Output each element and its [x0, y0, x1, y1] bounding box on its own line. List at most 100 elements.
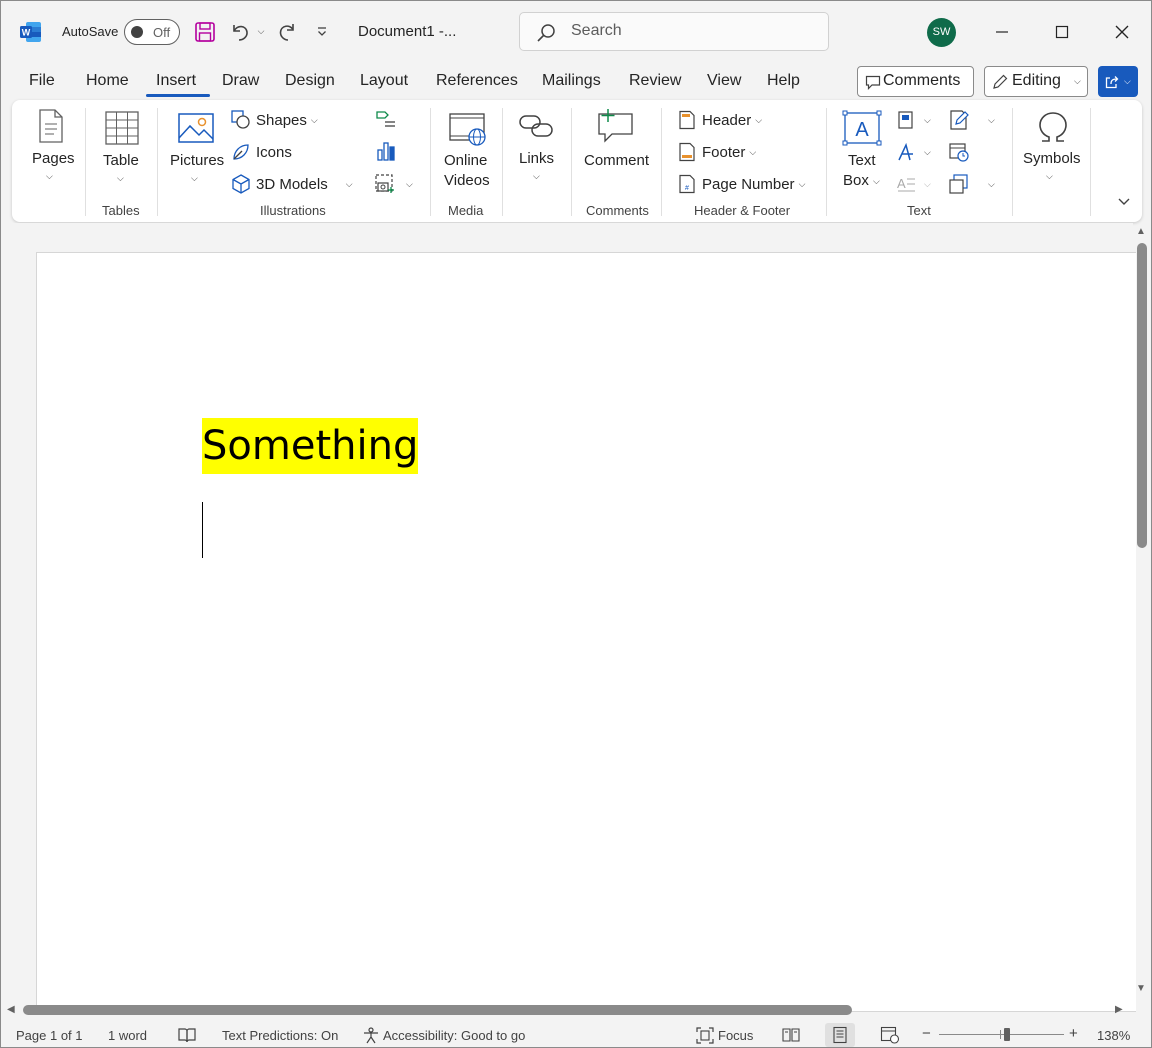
header-button[interactable]: Header ⌵	[678, 108, 762, 132]
text-box-icon: A	[842, 110, 882, 146]
document-body-text[interactable]: Something	[202, 418, 419, 474]
redo-button[interactable]	[275, 19, 301, 45]
symbols-button[interactable]: Symbols ⌵	[1020, 108, 1084, 192]
user-avatar[interactable]: SW	[927, 18, 956, 47]
undo-button[interactable]	[227, 19, 253, 45]
tab-references[interactable]: References	[436, 72, 518, 90]
print-layout-button[interactable]	[825, 1023, 855, 1047]
text-predictions-status[interactable]: Text Predictions: On	[222, 1028, 338, 1043]
group-separator	[502, 108, 503, 216]
share-button[interactable]: ⌵	[1098, 66, 1138, 97]
customize-toolbar-button[interactable]	[313, 23, 331, 41]
screenshot-button[interactable]: ⌵	[374, 172, 413, 196]
scroll-left-arrow-icon[interactable]: ◀	[7, 1004, 15, 1015]
save-button[interactable]	[193, 19, 217, 45]
autosave-label: AutoSave	[62, 24, 119, 39]
chevron-down-icon: ⌵	[749, 146, 757, 157]
chevron-down-icon: ⌵	[755, 114, 763, 125]
scroll-up-arrow-icon[interactable]: ▲	[1136, 226, 1146, 237]
focus-icon	[696, 1027, 714, 1044]
autosave-toggle[interactable]: Off	[124, 19, 180, 45]
signature-icon	[950, 110, 969, 130]
read-mode-icon	[782, 1028, 800, 1042]
scroll-down-arrow-icon[interactable]: ▼	[1136, 983, 1146, 994]
zoom-level[interactable]: 138%	[1097, 1028, 1130, 1043]
chevron-down-icon: ⌵	[924, 178, 931, 189]
vertical-scroll-thumb[interactable]	[1137, 243, 1147, 548]
close-button[interactable]	[1102, 15, 1142, 49]
undo-icon	[233, 25, 248, 41]
chevron-down-icon: ⌵	[924, 114, 931, 125]
vertical-scrollbar[interactable]: ▲ ▼	[1133, 223, 1151, 1001]
tab-view[interactable]: View	[707, 72, 741, 90]
chevron-down-icon: ⌵	[798, 178, 806, 189]
proofing-book-icon[interactable]	[178, 1027, 196, 1043]
quick-parts-icon	[898, 111, 913, 129]
svg-text:A: A	[855, 119, 869, 141]
scroll-right-arrow-icon[interactable]: ▶	[1115, 1004, 1123, 1015]
table-button[interactable]: Table ⌵	[98, 108, 144, 192]
page-count[interactable]: Page 1 of 1	[16, 1028, 83, 1043]
date-time-button[interactable]	[948, 140, 970, 164]
group-separator	[571, 108, 572, 216]
focus-mode-button[interactable]: Focus	[718, 1028, 753, 1043]
zoom-slider-thumb[interactable]	[1004, 1028, 1010, 1041]
icons-button[interactable]: Icons	[230, 140, 292, 164]
comments-button[interactable]: Comments	[857, 66, 974, 97]
active-tab-indicator	[146, 94, 210, 97]
minimize-button[interactable]	[982, 15, 1022, 49]
text-box-button[interactable]: A Text Box ⌵	[838, 108, 886, 192]
smartart-button[interactable]	[374, 108, 398, 130]
page-number-button[interactable]: # Page Number ⌵	[678, 172, 805, 196]
accessibility-status[interactable]: Accessibility: Good to go	[383, 1028, 525, 1043]
tab-review[interactable]: Review	[629, 72, 681, 90]
document-page[interactable]: Something	[36, 252, 1136, 1012]
chevron-down-icon: ⌵	[533, 171, 540, 181]
chevron-down-icon: ⌵	[257, 25, 265, 36]
tab-layout[interactable]: Layout	[360, 72, 408, 90]
new-comment-button[interactable]: Comment	[580, 108, 652, 192]
tab-draw[interactable]: Draw	[222, 72, 259, 90]
shapes-label: Shapes	[256, 111, 307, 129]
web-layout-button[interactable]	[875, 1023, 905, 1047]
group-separator	[826, 108, 827, 216]
bar-chart-icon	[377, 142, 395, 161]
zoom-slider-track[interactable]	[939, 1034, 1064, 1035]
quick-parts-button[interactable]: ⌵	[896, 108, 931, 132]
horizontal-scroll-thumb[interactable]	[23, 1005, 852, 1015]
online-videos-button[interactable]: Online Videos	[440, 108, 494, 192]
document-title[interactable]: Document1 -...	[358, 23, 456, 40]
chart-button[interactable]	[374, 140, 398, 162]
tab-file[interactable]: File	[29, 72, 55, 90]
group-separator	[430, 108, 431, 216]
tab-mailings[interactable]: Mailings	[542, 72, 601, 90]
footer-label: Footer	[702, 143, 746, 161]
links-button[interactable]: Links ⌵	[514, 108, 560, 192]
pencil-icon	[993, 74, 1008, 89]
horizontal-scrollbar[interactable]: ◀ ▶	[1, 1001, 1133, 1019]
tab-design[interactable]: Design	[285, 72, 335, 90]
tab-insert[interactable]: Insert	[156, 72, 196, 90]
wordart-button[interactable]: ⌵	[896, 140, 931, 164]
document-canvas: Something	[1, 223, 1136, 1012]
zoom-in-button[interactable]: +	[1069, 1025, 1078, 1042]
expand-ribbon-button[interactable]	[1112, 192, 1136, 212]
pictures-button[interactable]: Pictures ⌵	[167, 108, 225, 192]
search-box[interactable]: Search	[519, 12, 829, 51]
editing-mode-button[interactable]: Editing ⌵	[984, 66, 1088, 97]
footer-button[interactable]: Footer ⌵	[678, 140, 756, 164]
maximize-button[interactable]	[1042, 15, 1082, 49]
drop-cap-button[interactable]: A ⌵	[896, 172, 931, 196]
zoom-out-button[interactable]: −	[922, 1025, 931, 1042]
shapes-button[interactable]: Shapes ⌵	[230, 108, 318, 132]
tab-home[interactable]: Home	[86, 72, 129, 90]
chevron-down-icon: ⌵	[191, 173, 198, 183]
undo-dropdown[interactable]: ⌵	[254, 23, 268, 39]
read-mode-button[interactable]	[776, 1023, 806, 1047]
3d-models-button[interactable]: 3D Models ⌵	[230, 172, 353, 196]
word-count[interactable]: 1 word	[108, 1028, 147, 1043]
pages-button[interactable]: Pages ⌵	[28, 108, 75, 192]
object-button[interactable]: ⌵	[948, 172, 995, 196]
tab-help[interactable]: Help	[767, 72, 800, 90]
signature-line-button[interactable]: ⌵	[948, 108, 995, 132]
